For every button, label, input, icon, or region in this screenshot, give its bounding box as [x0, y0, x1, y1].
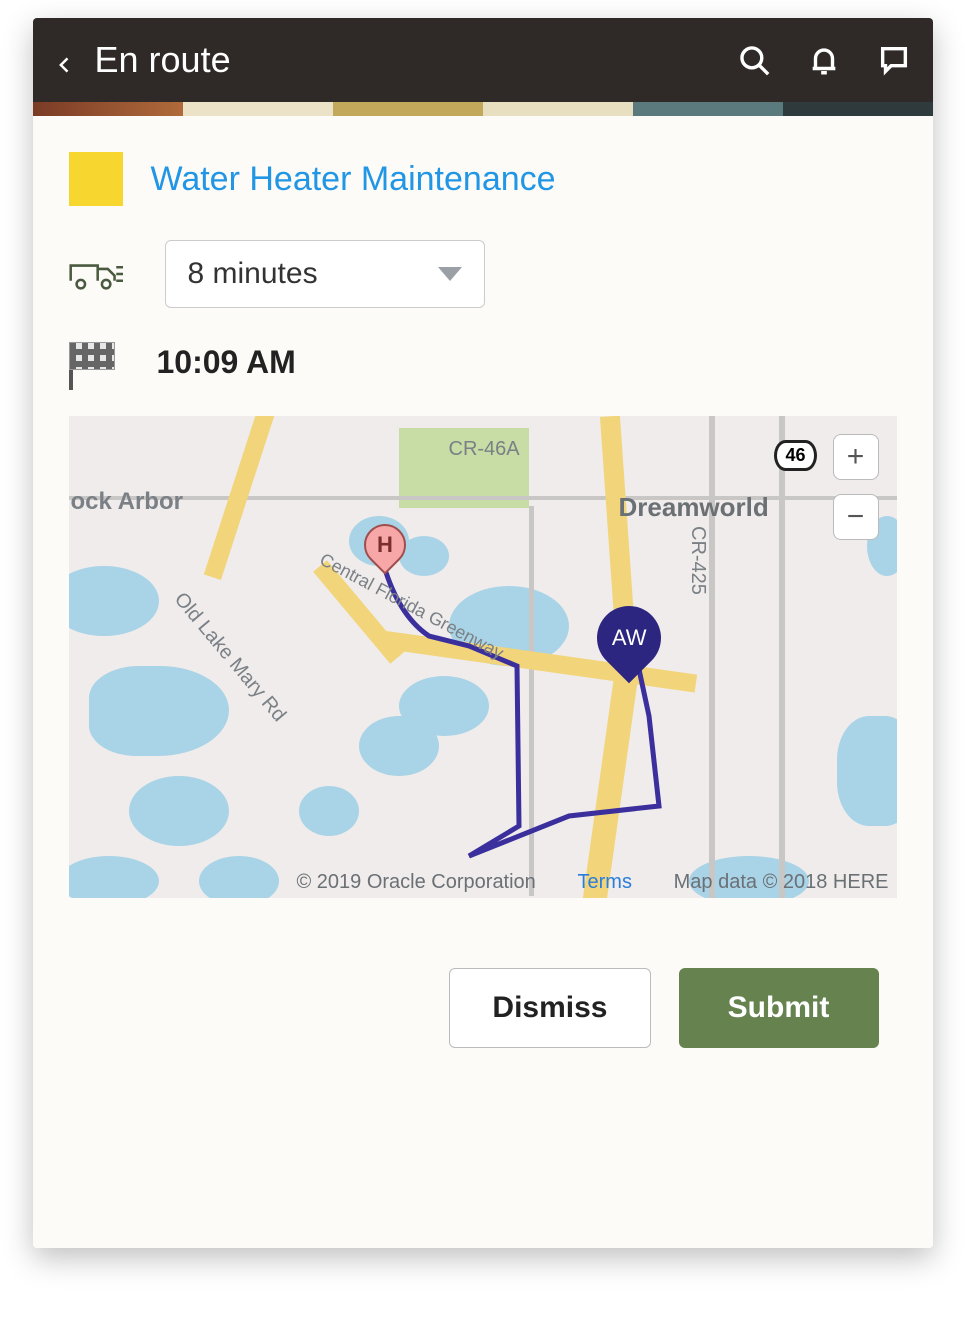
submit-button[interactable]: Submit: [679, 968, 879, 1048]
map-label-cr425: CR-425: [686, 526, 709, 595]
marker-h-label: H: [377, 532, 393, 558]
travel-duration-row: 8 minutes: [69, 240, 897, 308]
content-area: Water Heater Maintenance 8 minutes: [33, 116, 933, 1248]
task-color-swatch: [69, 152, 123, 206]
decor-stripe: [33, 102, 933, 116]
task-header: Water Heater Maintenance: [69, 152, 897, 206]
eta-row: 10:09 AM: [69, 342, 897, 382]
map-label-cr46a: CR-46A: [449, 438, 520, 461]
search-icon[interactable]: [737, 43, 771, 77]
zoom-out-button[interactable]: −: [833, 494, 879, 540]
duration-value: 8 minutes: [188, 257, 318, 291]
dismiss-button[interactable]: Dismiss: [449, 968, 650, 1048]
map-copyright: © 2019 Oracle Corporation: [297, 871, 536, 894]
truck-icon: [69, 254, 123, 294]
zoom-in-button[interactable]: +: [833, 434, 879, 480]
map-label-dreamworld: Dreamworld: [619, 492, 769, 523]
action-buttons: Dismiss Submit: [69, 898, 897, 1228]
app-header: En route: [33, 18, 933, 102]
chat-icon[interactable]: [877, 43, 911, 77]
route-shield-46: 46: [774, 440, 816, 471]
eta-time: 10:09 AM: [157, 344, 296, 381]
route-map[interactable]: H AW 46 CR-46A Dreamworld ock Arbor Old …: [69, 416, 897, 898]
duration-select[interactable]: 8 minutes: [165, 240, 485, 308]
finish-flag-icon: [69, 342, 123, 382]
chevron-down-icon: [438, 267, 462, 281]
map-zoom-controls: + −: [833, 434, 879, 540]
page-title: En route: [95, 39, 737, 81]
map-label-ockarbor: ock Arbor: [71, 488, 183, 516]
header-actions: [737, 43, 911, 77]
marker-aw-label: AW: [611, 625, 646, 651]
map-terms-link[interactable]: Terms: [578, 871, 632, 894]
map-attribution: © 2019 Oracle Corporation Terms Map data…: [69, 871, 897, 894]
bell-icon[interactable]: [807, 43, 841, 77]
map-marker-h[interactable]: H: [364, 524, 406, 566]
back-icon[interactable]: [55, 50, 75, 70]
task-title-link[interactable]: Water Heater Maintenance: [151, 160, 556, 199]
map-marker-aw[interactable]: AW: [597, 606, 661, 670]
map-data-credit: Map data © 2018 HERE: [674, 871, 889, 894]
